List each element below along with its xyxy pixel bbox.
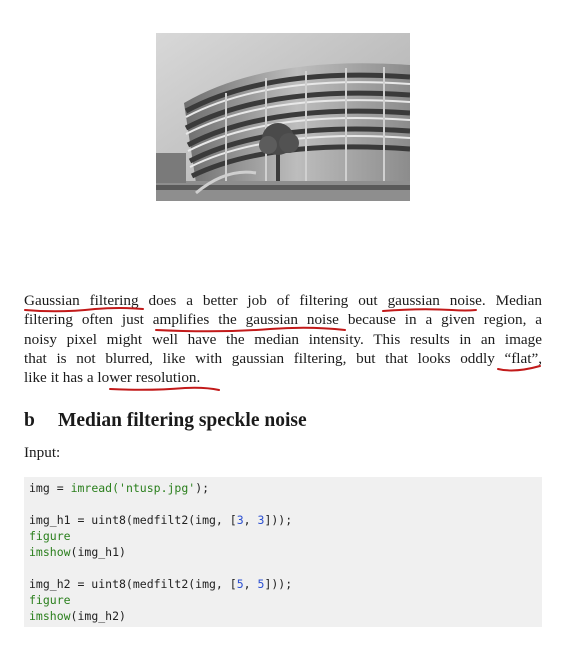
- code-line: img_h1 = uint8(medfilt2(img, [3, 3]));: [29, 513, 293, 527]
- body-paragraph: Gaussian filtering does a better job of …: [24, 291, 542, 387]
- code-line: img_h2 = uint8(medfilt2(img, [5, 5]));: [29, 577, 293, 591]
- highlighted-phrase: lower resolution: [97, 369, 197, 387]
- input-label: Input:: [24, 444, 61, 461]
- code-line: imshow(img_h2): [29, 609, 126, 623]
- highlighted-phrase: gaussian noise: [387, 292, 482, 309]
- code-block: img = imread('ntusp.jpg'); img_h1 = uint…: [24, 477, 542, 627]
- code-line: imshow(img_h1): [29, 545, 126, 559]
- highlighted-phrase: “flat”: [504, 349, 539, 367]
- code-line: figure: [29, 529, 71, 543]
- section-heading: b Median filtering speckle noise: [24, 410, 307, 432]
- underline-mark: [109, 386, 220, 391]
- paragraph-line: like it has a lower resolution.: [24, 369, 201, 387]
- code-line: figure: [29, 593, 71, 607]
- paragraph-line: Gaussian filtering does a better job of …: [24, 292, 542, 309]
- section-number: b: [24, 410, 35, 431]
- building-photo: [156, 33, 410, 201]
- paragraph-line: noisy pixel might well have the median i…: [24, 330, 542, 348]
- code-line: img = imread('ntusp.jpg');: [29, 481, 210, 495]
- highlighted-phrase: amplifies the gaussian noise: [152, 311, 339, 329]
- section-title: Median filtering speckle noise: [58, 410, 307, 431]
- building-photo-graphic: [156, 33, 410, 201]
- paragraph-line: filtering often just amplifies the gauss…: [24, 311, 543, 329]
- highlighted-phrase: Gaussian filtering: [24, 292, 139, 309]
- paragraph-line: that is not blurred, like with gaussian …: [24, 349, 542, 367]
